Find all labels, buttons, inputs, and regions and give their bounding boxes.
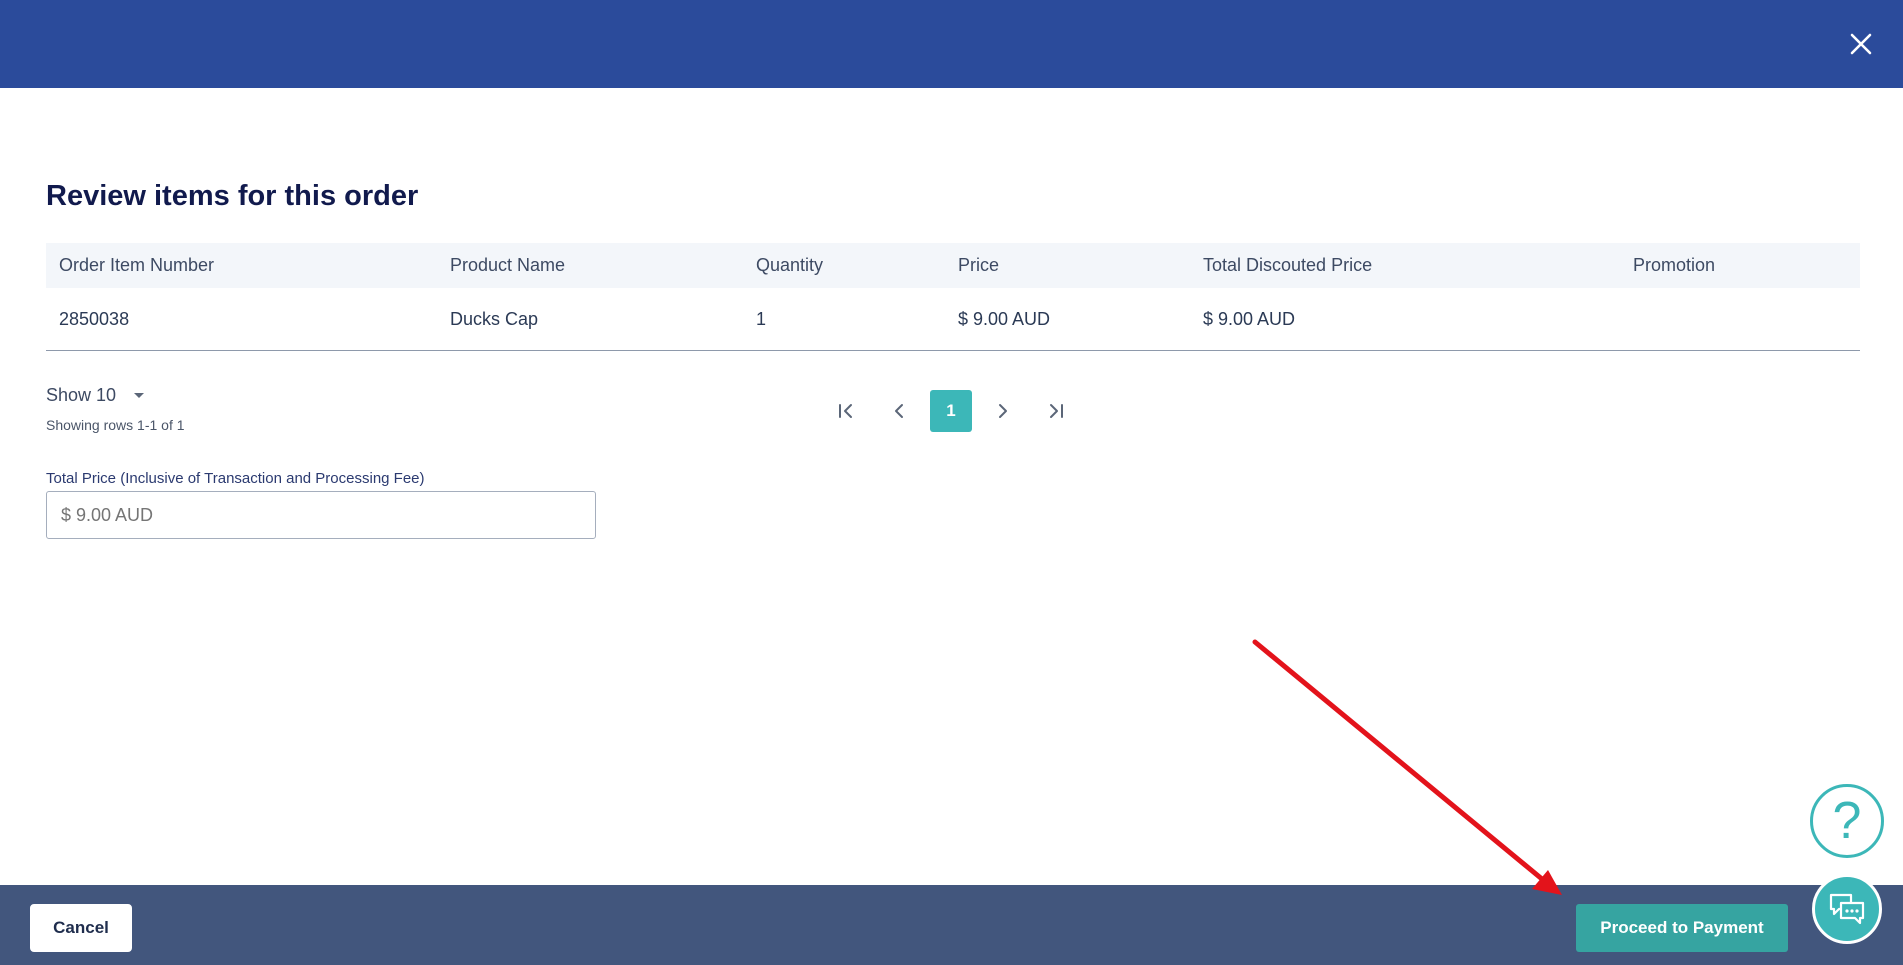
caret-down-icon <box>134 393 145 398</box>
rows-per-page-label: Show 10 <box>46 385 117 405</box>
next-page-button[interactable] <box>982 390 1024 432</box>
question-mark-icon: ? <box>1832 792 1862 850</box>
help-button[interactable]: ? <box>1810 784 1884 858</box>
page-1-button[interactable]: 1 <box>930 390 972 432</box>
cell-price: $ 9.00 AUD <box>958 308 1051 329</box>
cell-order-item-number: 2850038 <box>59 308 130 329</box>
column-header-quantity: Quantity <box>756 255 824 275</box>
column-header-promotion: Promotion <box>1633 255 1716 275</box>
previous-page-button[interactable] <box>878 390 920 432</box>
pagination: 1 <box>826 390 1086 432</box>
modal-header-bar <box>0 0 1903 88</box>
page-title: Review items for this order <box>46 180 419 212</box>
modal-footer-bar: Cancel Proceed to Payment <box>0 885 1903 965</box>
column-header-total-discounted-price: Total Discouted Price <box>1203 255 1373 275</box>
column-header-order-item-number: Order Item Number <box>59 255 215 275</box>
chat-button[interactable] <box>1812 874 1882 944</box>
close-icon <box>1850 33 1872 55</box>
last-page-button[interactable] <box>1034 390 1076 432</box>
order-items-table: Order Item Number Product Name Quantity … <box>46 243 1860 351</box>
chat-icon <box>1829 893 1865 925</box>
column-header-price: Price <box>958 255 1000 275</box>
cell-total-discounted-price: $ 9.00 AUD <box>1203 308 1296 329</box>
rows-info: Showing rows 1-1 of 1 <box>46 417 185 433</box>
first-page-icon <box>839 404 852 418</box>
total-price-label: Total Price (Inclusive of Transaction an… <box>46 470 425 487</box>
chevron-left-icon <box>895 404 903 418</box>
cell-quantity: 1 <box>756 308 767 329</box>
cancel-button[interactable]: Cancel <box>30 904 132 952</box>
last-page-icon <box>1050 404 1063 418</box>
chevron-right-icon <box>999 404 1007 418</box>
proceed-to-payment-button[interactable]: Proceed to Payment <box>1576 904 1788 952</box>
first-page-button[interactable] <box>826 390 868 432</box>
total-price-field[interactable] <box>46 491 596 539</box>
rows-per-page-select[interactable]: Show 10 <box>46 385 145 406</box>
close-button[interactable] <box>1843 26 1879 62</box>
column-header-product-name: Product Name <box>450 255 566 275</box>
table-row: 2850038 Ducks Cap 1 $ 9.00 AUD $ 9.00 AU… <box>46 288 1860 351</box>
table-header-row: Order Item Number Product Name Quantity … <box>46 243 1860 288</box>
cell-product-name: Ducks Cap <box>450 308 539 329</box>
